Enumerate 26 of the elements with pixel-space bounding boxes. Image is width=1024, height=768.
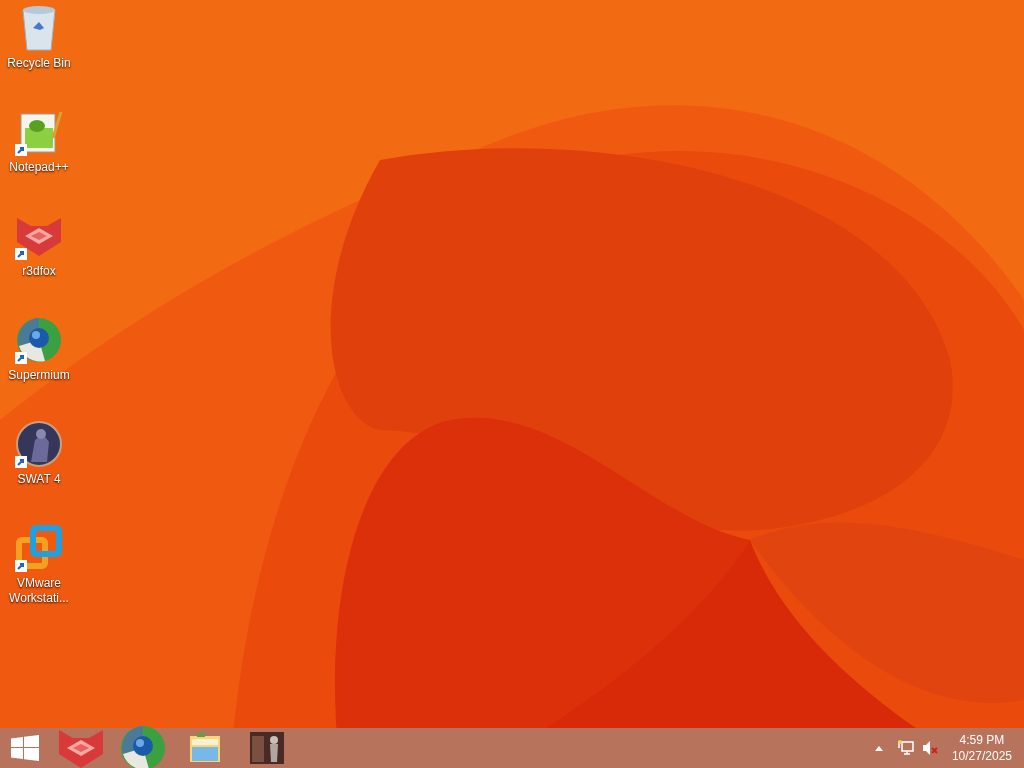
desktop-icon[interactable]: Recycle Bin	[2, 4, 76, 108]
clock[interactable]: 4:59 PM 10/27/2025	[951, 732, 1024, 764]
clock-time: 4:59 PM	[959, 732, 1005, 748]
icon-label: VMware Workstati...	[8, 576, 70, 606]
globe-icon	[15, 316, 63, 364]
icon-label: Recycle Bin	[7, 56, 71, 71]
globe-icon	[119, 724, 167, 768]
overlapping-squares-icon	[15, 524, 63, 572]
desktop-icon[interactable]: SWAT 4	[2, 420, 76, 524]
desktop-icon[interactable]: VMware Workstati...	[2, 524, 76, 628]
figure-thumbnail-icon	[250, 732, 284, 764]
icon-label: Supermium	[8, 368, 70, 383]
icon-label: SWAT 4	[17, 472, 61, 487]
folder-icon	[189, 733, 221, 763]
show-hidden-icons-icon[interactable]	[874, 745, 883, 751]
muted-speaker-icon[interactable]	[921, 740, 938, 756]
desktop-icon[interactable]: r3dfox	[2, 212, 76, 316]
windows-logo-icon	[11, 735, 39, 761]
desktop-icon[interactable]: Supermium	[2, 316, 76, 420]
trash-bin-icon	[19, 4, 59, 52]
icon-label: Notepad++	[9, 160, 69, 175]
network-icon[interactable]	[897, 740, 914, 756]
icon-label: r3dfox	[22, 264, 56, 279]
clock-date: 10/27/2025	[951, 748, 1012, 764]
desktop-icon[interactable]: Notepad++	[2, 108, 76, 212]
soldier-icon	[15, 420, 63, 468]
